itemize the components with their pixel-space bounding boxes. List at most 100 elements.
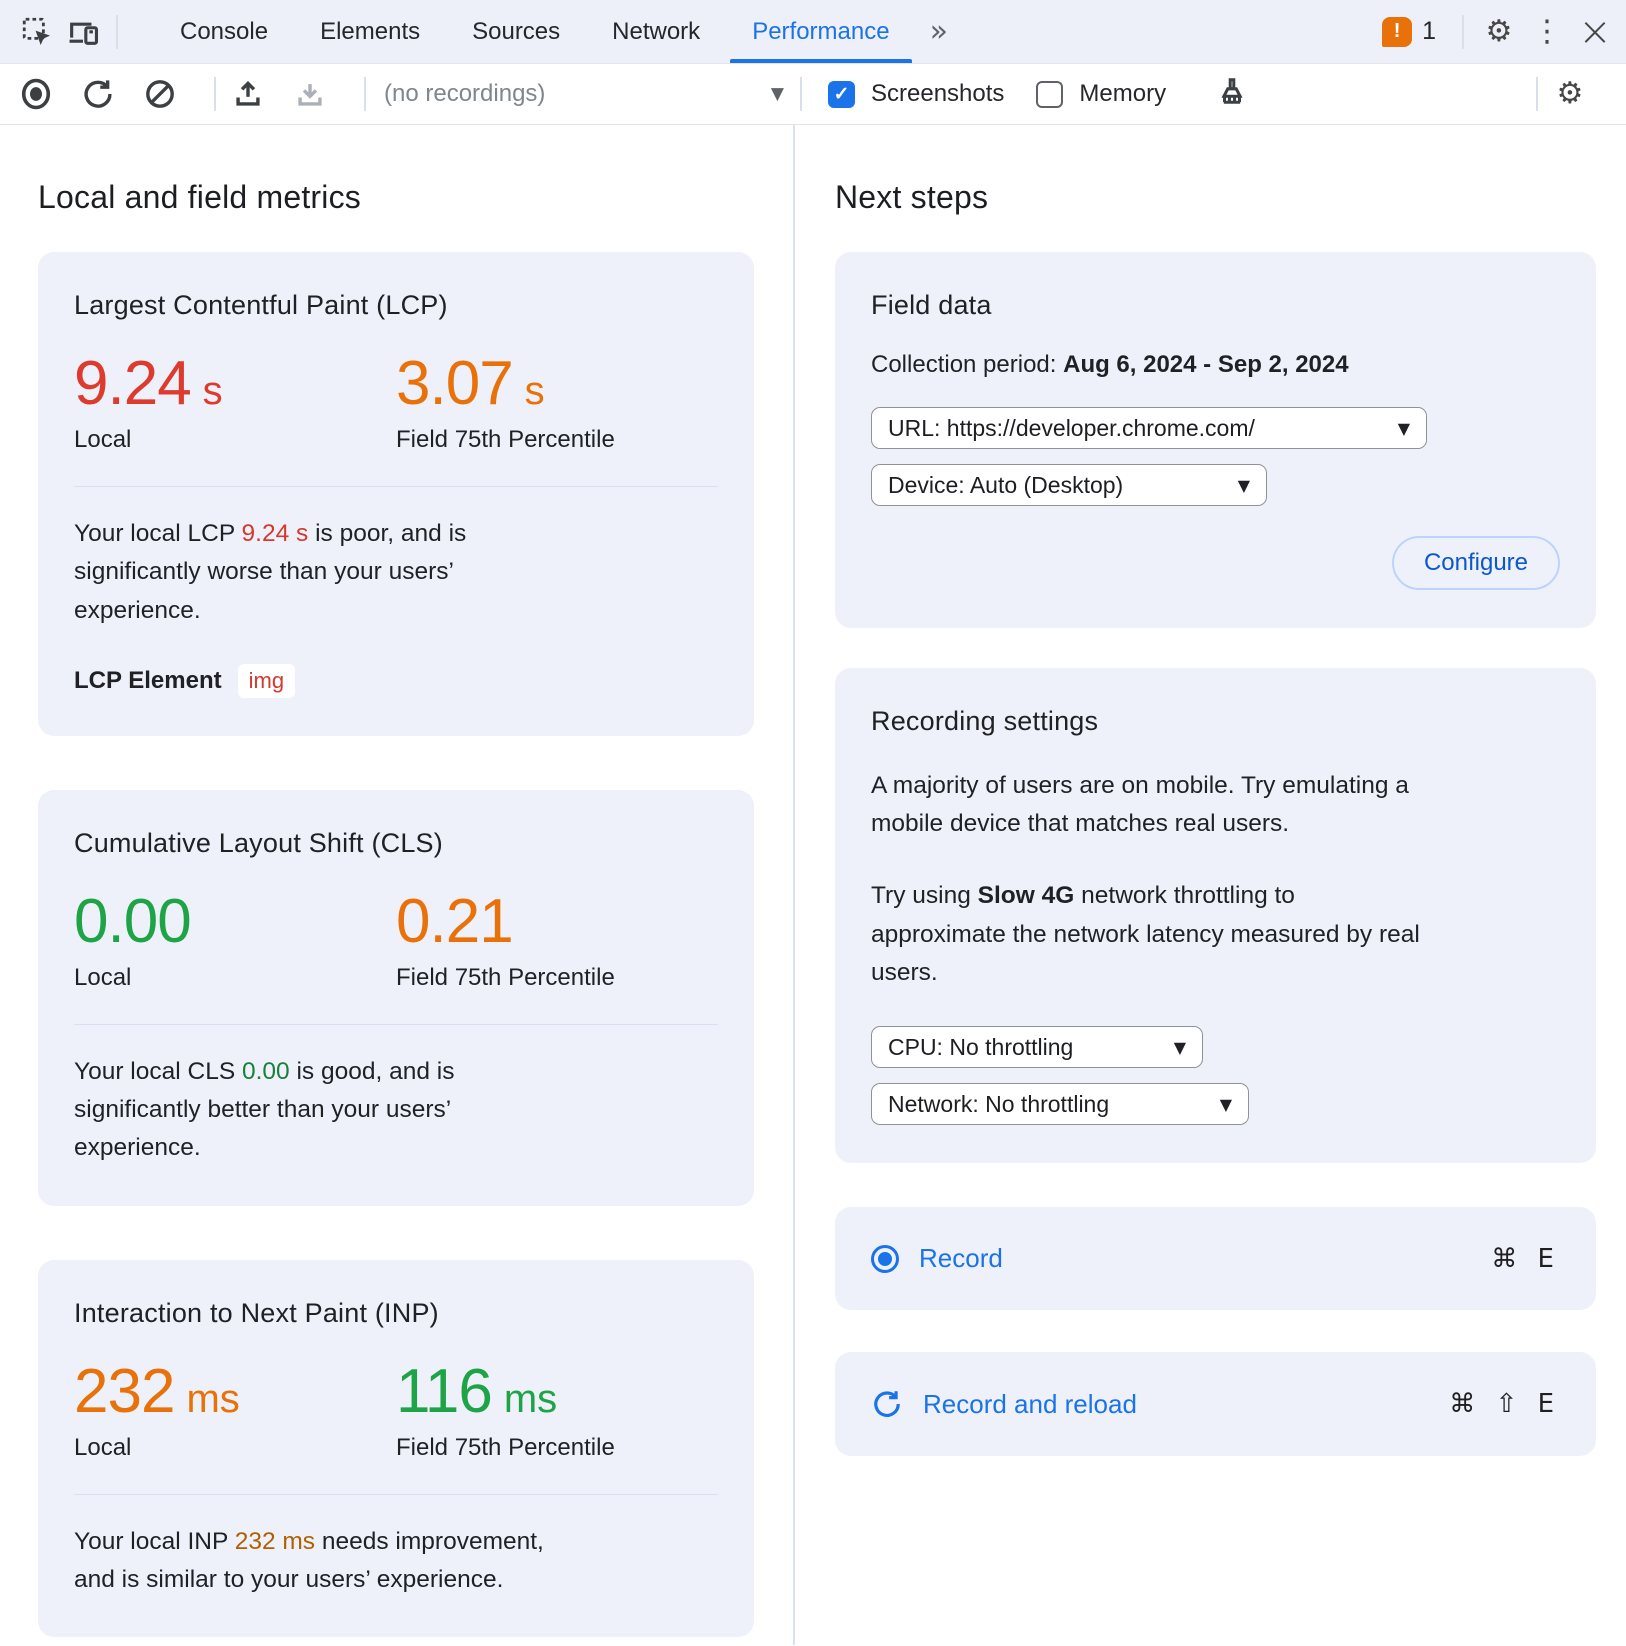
performance-toolbar: (no recordings) ▼ ✓ Screenshots Memory ⚙ <box>0 64 1626 125</box>
cls-title: Cumulative Layout Shift (CLS) <box>74 828 718 859</box>
device-toolbar-icon[interactable] <box>60 9 106 55</box>
inp-field-value-block: 116ms Field 75th Percentile <box>396 1359 718 1462</box>
card-divider <box>74 1024 718 1025</box>
description-highlight: 232 ms <box>235 1528 315 1555</box>
issues-count: 1 <box>1422 17 1436 46</box>
download-profile-icon[interactable] <box>288 72 332 116</box>
dropdown-arrow-icon: ▼ <box>1220 1095 1232 1114</box>
collection-period-value: Aug 6, 2024 - Sep 2, 2024 <box>1063 351 1348 378</box>
value-number: 116 <box>396 1357 492 1426</box>
toolbar-divider <box>1462 15 1464 49</box>
devtools-performance-panel: Console Elements Sources Network Perform… <box>0 0 1626 1646</box>
url-select[interactable]: URL: https://developer.chrome.com/ ▼ <box>871 407 1427 449</box>
right-heading: Next steps <box>835 179 1596 216</box>
left-heading: Local and field metrics <box>38 179 754 216</box>
cpu-throttling-select[interactable]: CPU: No throttling ▼ <box>871 1026 1203 1068</box>
value-number: 0.00 <box>74 887 191 956</box>
toolbar-divider <box>800 77 802 111</box>
value-number: 3.07 <box>396 349 513 418</box>
recording-settings-title: Recording settings <box>871 706 1560 737</box>
screenshots-label: Screenshots <box>871 80 1004 108</box>
card-divider <box>74 486 718 487</box>
dropdown-arrow-icon: ▼ <box>1398 419 1410 438</box>
recordings-select[interactable]: (no recordings) ▼ <box>384 80 784 108</box>
lcp-field-value-block: 3.07 s Field 75th Percentile <box>396 351 718 454</box>
inspect-element-icon[interactable] <box>14 9 60 55</box>
tab-elements[interactable]: Elements <box>294 0 446 63</box>
cls-values: 0.00 Local 0.21 Field 75th Percentile <box>74 889 718 992</box>
capture-settings-gear-icon[interactable]: ⚙ <box>1548 72 1592 116</box>
record-button[interactable] <box>14 72 58 116</box>
slow-4g-highlight: Slow 4G <box>978 882 1075 909</box>
cls-local-value-block: 0.00 Local <box>74 889 396 992</box>
dropdown-arrow-icon: ▼ <box>1238 476 1250 495</box>
tab-sources[interactable]: Sources <box>446 0 586 63</box>
network-throttling-select[interactable]: Network: No throttling ▼ <box>871 1083 1249 1125</box>
record-and-reload-button[interactable] <box>76 72 120 116</box>
description-text: Your local INP <box>74 1528 235 1555</box>
check-icon: ✓ <box>834 83 850 106</box>
record-reload-action-row[interactable]: Record and reload ⌘ ⇧ E <box>835 1352 1596 1456</box>
lcp-title: Largest Contentful Paint (LCP) <box>74 290 718 321</box>
value-unit: ms <box>186 1377 239 1421</box>
field-data-card: Field data Collection period: Aug 6, 202… <box>835 252 1596 628</box>
tab-console[interactable]: Console <box>154 0 294 63</box>
device-select[interactable]: Device: Auto (Desktop) ▼ <box>871 464 1267 506</box>
panel-content: Local and field metrics Largest Contentf… <box>0 125 1626 1645</box>
record-action-row[interactable]: Record ⌘ E <box>835 1207 1596 1310</box>
more-tabs-icon[interactable]: » <box>916 0 962 63</box>
cls-field-label: Field 75th Percentile <box>396 964 718 992</box>
cpu-select-label: CPU: No throttling <box>888 1034 1073 1061</box>
lcp-description: Your local LCP 9.24 s is poor, and is si… <box>74 515 566 630</box>
value-number: 9.24 <box>74 349 191 418</box>
inp-field-value: 116ms <box>396 1359 718 1424</box>
cls-local-value: 0.00 <box>74 889 396 954</box>
tab-bar-right-controls: ! 1 ⚙ ⋮ × <box>1368 0 1626 63</box>
collection-period: Collection period: Aug 6, 2024 - Sep 2, … <box>871 351 1560 379</box>
inp-field-label: Field 75th Percentile <box>396 1434 718 1462</box>
lcp-element-chip[interactable]: img <box>238 664 295 698</box>
toolbar-divider <box>214 77 216 111</box>
issue-warning-icon: ! <box>1382 17 1412 47</box>
description-highlight: 0.00 <box>242 1058 290 1085</box>
inp-card: Interaction to Next Paint (INP) 232ms Lo… <box>38 1260 754 1638</box>
kebab-menu-icon[interactable]: ⋮ <box>1524 9 1570 55</box>
cls-card: Cumulative Layout Shift (CLS) 0.00 Local… <box>38 790 754 1206</box>
value-number: 0.21 <box>396 887 513 956</box>
checkbox-unchecked-icon <box>1036 81 1063 108</box>
paragraph-text: Try using <box>871 882 978 909</box>
upload-profile-icon[interactable] <box>226 72 270 116</box>
recordings-select-label: (no recordings) <box>384 80 545 108</box>
checkbox-checked-icon: ✓ <box>828 81 855 108</box>
inp-title: Interaction to Next Paint (INP) <box>74 1298 718 1329</box>
tab-performance[interactable]: Performance <box>726 0 915 63</box>
description-highlight: 9.24 s <box>242 520 309 547</box>
cls-description: Your local CLS 0.00 is good, and is sign… <box>74 1053 566 1168</box>
dropdown-arrow-icon: ▼ <box>1174 1038 1186 1057</box>
tab-network[interactable]: Network <box>586 0 726 63</box>
devtools-tab-bar: Console Elements Sources Network Perform… <box>0 0 1626 64</box>
value-unit: s <box>203 369 223 413</box>
panel-tabs: Console Elements Sources Network Perform… <box>154 0 962 63</box>
lcp-field-label: Field 75th Percentile <box>396 426 718 454</box>
record-reload-icon <box>871 1388 903 1420</box>
clear-recordings-icon[interactable] <box>138 72 182 116</box>
record-reload-action-label: Record and reload <box>923 1389 1137 1420</box>
record-action-label: Record <box>919 1243 1003 1274</box>
url-select-label: URL: https://developer.chrome.com/ <box>888 415 1255 442</box>
close-devtools-icon[interactable]: × <box>1572 9 1618 55</box>
memory-label: Memory <box>1079 80 1166 108</box>
gc-broom-icon[interactable] <box>1210 72 1254 116</box>
recording-settings-paragraph-1: A majority of users are on mobile. Try e… <box>871 767 1423 843</box>
recording-settings-card: Recording settings A majority of users a… <box>835 668 1596 1163</box>
settings-gear-icon[interactable]: ⚙ <box>1476 9 1522 55</box>
issues-counter[interactable]: ! 1 <box>1368 17 1450 47</box>
tab-bar-left-icons <box>0 0 128 63</box>
recording-settings-paragraph-2: Try using Slow 4G network throttling to … <box>871 877 1423 992</box>
lcp-local-label: Local <box>74 426 396 454</box>
value-unit: s <box>525 369 545 413</box>
inp-description: Your local INP 232 ms needs improvement,… <box>74 1523 566 1599</box>
configure-button[interactable]: Configure <box>1392 536 1560 590</box>
memory-checkbox[interactable]: Memory <box>1036 80 1166 108</box>
screenshots-checkbox[interactable]: ✓ Screenshots <box>828 80 1004 108</box>
